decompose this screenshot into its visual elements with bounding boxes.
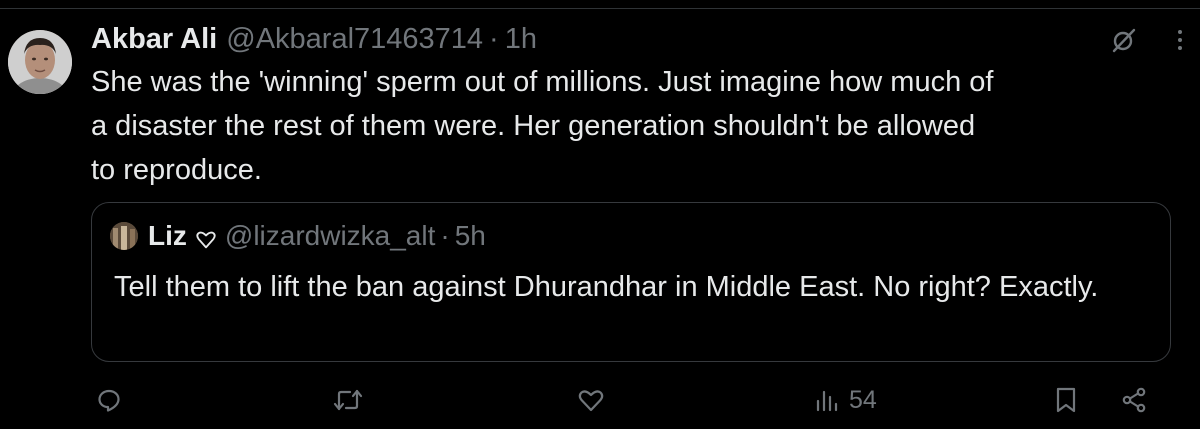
separator-dot: · (489, 23, 499, 55)
more-icon[interactable] (1166, 26, 1194, 54)
quoted-author-handle: @lizardwizka_alt (224, 220, 436, 251)
tweet-text: She was the 'winning' sperm out of milli… (91, 66, 994, 186)
quoted-avatar (110, 222, 138, 250)
grok-icon[interactable] (1110, 26, 1138, 54)
reply-button[interactable] (96, 384, 122, 416)
avatar[interactable] (8, 30, 72, 94)
views-count: 54 (849, 385, 877, 414)
quoted-tweet[interactable]: Liz @lizardwizka_alt · 5h Tell them to l… (91, 202, 1171, 362)
quoted-separator-dot: · (440, 220, 450, 251)
author-handle[interactable]: @Akbaral71463714 (226, 22, 483, 56)
heart-outline-icon (195, 225, 217, 249)
quoted-text: Tell them to lift the ban against Dhuran… (114, 271, 1099, 303)
tweet-header: Akbar Ali @Akbaral71463714 · 1h (91, 22, 537, 56)
author-name[interactable]: Akbar Ali (91, 22, 217, 56)
top-divider (0, 8, 1200, 9)
bookmark-button[interactable] (1055, 384, 1077, 416)
quoted-header: Liz @lizardwizka_alt · 5h (148, 219, 486, 253)
quoted-author-name: Liz (148, 220, 187, 251)
views-button[interactable]: 54 (815, 384, 877, 416)
like-button[interactable] (577, 384, 605, 416)
share-icon (1122, 387, 1146, 413)
timestamp[interactable]: 1h (505, 22, 537, 56)
reply-icon (98, 389, 120, 412)
share-button[interactable] (1121, 384, 1147, 416)
heart-icon (578, 390, 604, 412)
retweet-icon (333, 389, 363, 411)
views-icon (816, 390, 838, 412)
quoted-timestamp: 5h (454, 220, 486, 251)
retweet-button[interactable] (333, 384, 363, 416)
bookmark-icon (1056, 387, 1076, 413)
